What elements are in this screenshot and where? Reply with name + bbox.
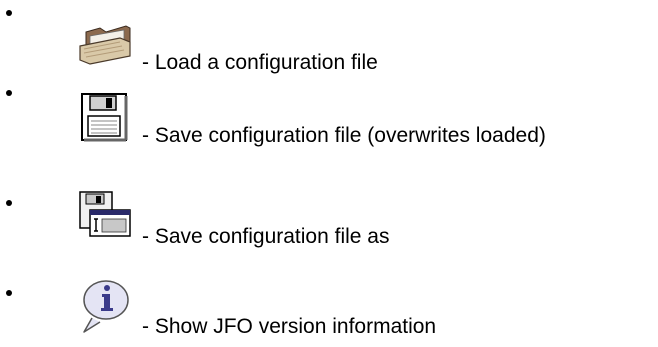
info-speech-bubble-icon <box>76 278 132 334</box>
bullet <box>6 90 12 96</box>
list-item-save: - Save configuration file (overwrites lo… <box>0 86 658 168</box>
bullet <box>6 200 12 206</box>
item-label: - Load a configuration file <box>142 51 378 74</box>
item-label: - Save configuration file (overwrites lo… <box>142 124 546 147</box>
floppy-disk-save-as-icon <box>76 190 132 246</box>
list-item-save-as: - Save configuration file as <box>0 168 658 254</box>
bullet <box>6 290 12 296</box>
item-label: - Save configuration file as <box>142 225 390 248</box>
folder-icon <box>76 16 132 72</box>
bullet <box>6 10 12 16</box>
list-item-info: - Show JFO version information <box>0 254 658 347</box>
floppy-disk-icon <box>76 88 132 144</box>
list-item-load: - Load a configuration file <box>0 0 658 86</box>
item-label: - Show JFO version information <box>142 315 437 338</box>
